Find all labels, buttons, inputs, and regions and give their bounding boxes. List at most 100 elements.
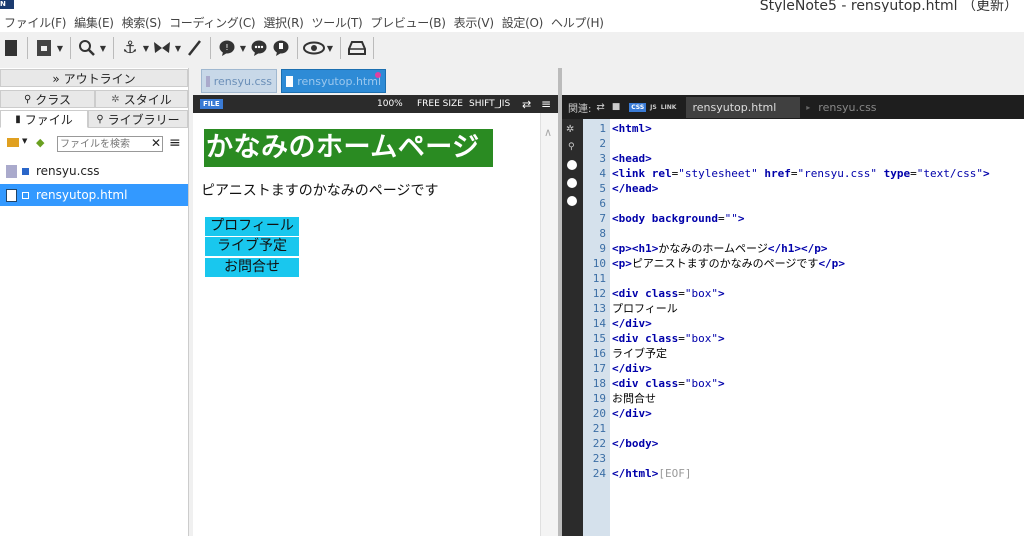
tab-outline[interactable]: » アウトライン <box>0 69 188 87</box>
menu-preview[interactable]: プレビュー(B) <box>366 14 449 31</box>
zoom-level[interactable]: 100% <box>377 99 403 109</box>
inbox-icon[interactable] <box>346 37 368 59</box>
tab-style-label: スタイル <box>123 92 172 107</box>
code-header-space <box>562 68 1024 95</box>
chevron-down-icon[interactable]: ▼ <box>98 44 108 53</box>
menu-coding[interactable]: コーディング(C) <box>165 14 259 31</box>
search-icon: ⚲ <box>96 113 104 125</box>
square-icon <box>22 191 29 199</box>
preview-heading: かなみのホームページ <box>204 129 493 167</box>
preview-box-contact: お問合せ <box>205 258 299 277</box>
butterfly-icon[interactable] <box>151 37 173 59</box>
refresh-icon[interactable]: ⇄ <box>522 98 531 111</box>
code-line: プロフィール <box>612 302 678 315</box>
tab-class[interactable]: ⚲ クラス <box>0 90 95 108</box>
file-filter-row: ▼ ◆ ✕ ≡ <box>0 135 188 156</box>
chevron-down-icon[interactable]: ▼ <box>173 44 183 53</box>
css-badge[interactable]: CSS <box>629 102 647 112</box>
code-line: <div class="box"> <box>612 332 725 345</box>
menu-view[interactable]: 表示(V) <box>450 14 498 31</box>
app-logo: N <box>0 0 14 9</box>
line-number: 2 <box>599 137 606 150</box>
refresh-icon[interactable]: ⇄ <box>596 102 604 113</box>
chevron-down-icon[interactable]: ▼ <box>238 44 248 53</box>
code-line: <div class="box"> <box>612 377 725 390</box>
tab-library-label: ライブラリー <box>107 112 180 127</box>
code-tab-active[interactable]: rensyutop.html <box>686 96 801 118</box>
svg-text:!: ! <box>225 43 228 52</box>
new-file-icon[interactable] <box>0 37 22 59</box>
menu-tools[interactable]: ツール(T) <box>308 14 367 31</box>
record-icon[interactable] <box>567 178 577 188</box>
open-file-icon[interactable] <box>33 37 55 59</box>
menu-icon[interactable]: ≡ <box>169 135 181 151</box>
stop-icon[interactable] <box>567 196 577 206</box>
chat-alt-icon[interactable] <box>270 37 292 59</box>
menu-icon[interactable]: ≡ <box>541 97 551 111</box>
menu-edit[interactable]: 編集(E) <box>70 14 117 31</box>
line-number: 8 <box>599 227 606 240</box>
line-number: 15 <box>592 332 606 345</box>
line-number: 24 <box>592 467 606 480</box>
preview-scrollbar[interactable]: ∧ <box>540 113 559 536</box>
code-line: <p>ピアニストますのかなみのページです</p> <box>612 257 845 270</box>
code-tool-gutter: ✲ ⚲ <box>562 119 583 536</box>
frame-size[interactable]: FREE SIZE <box>417 99 463 109</box>
clear-icon[interactable]: ✕ <box>151 136 161 150</box>
line-number: 21 <box>592 422 606 435</box>
play-icon[interactable] <box>567 160 577 170</box>
lock-icon[interactable]: ■ <box>612 102 621 112</box>
magic-wand-icon[interactable]: ✲ <box>566 124 574 135</box>
file-tab-label: rensyu.css <box>213 74 272 88</box>
menu-select[interactable]: 選択(R) <box>259 14 307 31</box>
menu-file[interactable]: ファイル(F) <box>0 14 70 31</box>
encoding[interactable]: SHIFT_JIS <box>469 99 510 109</box>
code-line: <head> <box>612 152 652 165</box>
eye-icon[interactable] <box>303 37 325 59</box>
search-icon[interactable] <box>76 37 98 59</box>
pin-icon[interactable]: ⚲ <box>568 142 575 152</box>
chevron-down-icon[interactable]: ▼ <box>141 44 151 53</box>
folder-icon[interactable] <box>7 138 19 147</box>
anchor-icon[interactable]: ⚓ <box>119 37 141 59</box>
chevron-down-icon[interactable]: ▼ <box>325 44 335 53</box>
eof-marker: [EOF] <box>658 467 692 480</box>
comment-icon[interactable]: ! <box>216 37 238 59</box>
brush-icon[interactable] <box>183 37 205 59</box>
css-file-icon <box>206 75 210 87</box>
menu-settings[interactable]: 設定(O) <box>498 14 547 31</box>
chevron-down-icon[interactable]: ▼ <box>22 137 27 145</box>
tab-file-label: ファイル <box>24 112 73 127</box>
menu-search[interactable]: 検索(S) <box>118 14 165 31</box>
tab-file[interactable]: ▮ ファイル <box>0 110 88 128</box>
link-badge[interactable]: LINK <box>661 104 677 111</box>
line-number: 12 <box>592 287 606 300</box>
file-tab-label: rensyutop.html <box>297 74 381 88</box>
file-tab-rensyu-css[interactable]: rensyu.css <box>201 69 277 93</box>
chevron-down-icon[interactable]: ▼ <box>55 44 65 53</box>
tab-library[interactable]: ⚲ ライブラリー <box>88 110 188 128</box>
line-number: 1 <box>599 122 606 135</box>
file-badge[interactable]: FILE <box>200 99 223 109</box>
chevron-up-icon[interactable]: ∧ <box>544 126 552 139</box>
file-search-input[interactable] <box>57 136 163 152</box>
tag-icon[interactable]: ◆ <box>36 136 44 149</box>
js-badge[interactable]: JS <box>650 104 657 111</box>
menu-help[interactable]: ヘルプ(H) <box>547 14 608 31</box>
chat-icon[interactable] <box>248 37 270 59</box>
file-tab-rensyutop-html[interactable]: rensyutop.html <box>281 69 386 93</box>
tab-style[interactable]: ✲ スタイル <box>95 90 188 108</box>
file-item-rensyutop-html[interactable]: rensyutop.html <box>0 184 188 206</box>
code-line: </html>[EOF] <box>612 467 692 480</box>
file-name: rensyutop.html <box>36 188 128 202</box>
code-tab-inactive[interactable]: rensyu.css <box>818 101 876 114</box>
line-number: 5 <box>599 182 606 195</box>
line-number: 22 <box>592 437 606 450</box>
window-title: StyleNote5 - rensyutop.html （更新） <box>759 0 1018 12</box>
toolbar-separator <box>210 37 211 59</box>
html-file-icon <box>286 75 294 87</box>
tab-class-label: クラス <box>35 92 72 107</box>
preview-toolbar: FILE 100% FREE SIZE SHIFT_JIS ⇄ ≡ <box>193 95 558 113</box>
code-editor[interactable]: <html> <head> <link rel="stylesheet" href=… <box>610 119 1024 536</box>
file-item-rensyu-css[interactable]: rensyu.css <box>0 160 188 182</box>
